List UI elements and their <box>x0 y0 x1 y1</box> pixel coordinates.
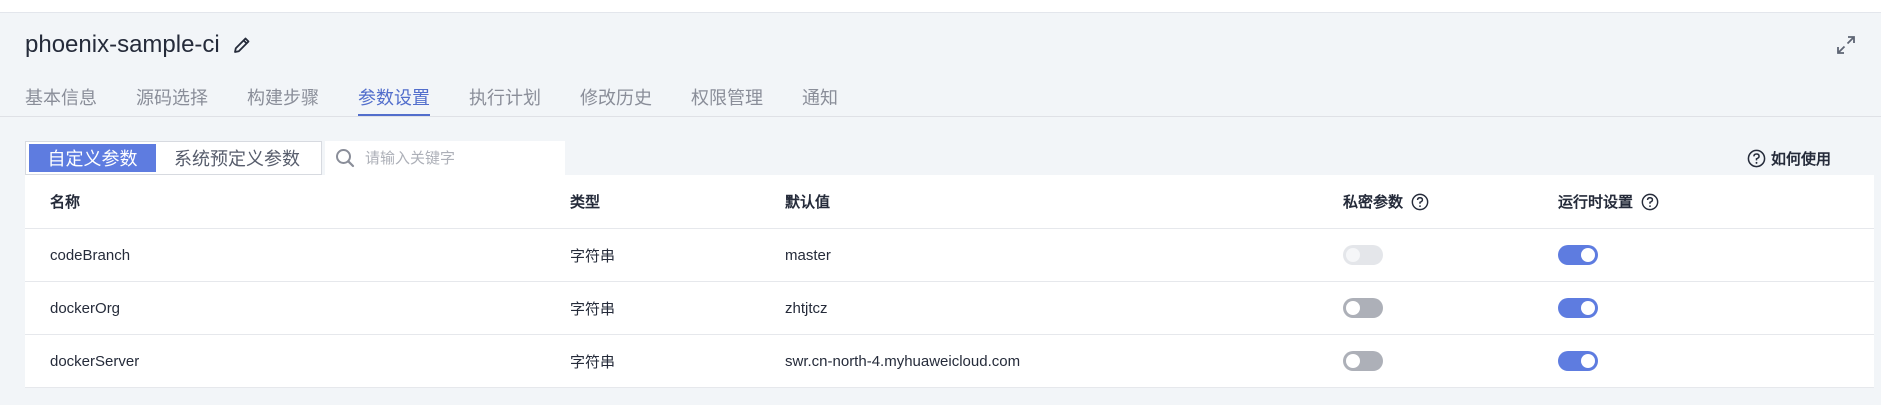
runtime-toggle[interactable] <box>1558 245 1598 265</box>
params-table: 名称 类型 默认值 私密参数 运行时设置 codeBranch 字符串 mast… <box>25 175 1874 388</box>
runtime-toggle[interactable] <box>1558 351 1598 371</box>
how-to-use-link[interactable]: 如何使用 <box>1747 148 1831 169</box>
col-runtime-header: 运行时设置 <box>1558 175 1659 228</box>
col-name-header: 名称 <box>50 194 81 211</box>
tab-bar: 基本信息 源码选择 构建步骤 参数设置 执行计划 修改历史 权限管理 通知 <box>25 84 877 116</box>
custom-params-button[interactable]: 自定义参数 <box>29 144 156 172</box>
private-toggle <box>1343 245 1383 265</box>
param-type: 字符串 <box>570 247 616 265</box>
private-toggle[interactable] <box>1343 298 1383 318</box>
param-default: swr.cn-north-4.myhuaweicloud.com <box>785 352 1021 370</box>
tab-source[interactable]: 源码选择 <box>136 84 208 116</box>
table-row: codeBranch 字符串 master <box>25 229 1874 282</box>
table-header: 名称 类型 默认值 私密参数 运行时设置 <box>25 175 1874 229</box>
question-circle-icon <box>1747 149 1766 168</box>
param-name: codeBranch <box>50 246 131 264</box>
expand-icon[interactable] <box>1835 34 1857 56</box>
question-circle-icon[interactable] <box>1411 193 1429 211</box>
system-params-button[interactable]: 系统预定义参数 <box>156 144 318 172</box>
col-default-header: 默认值 <box>785 194 831 211</box>
runtime-toggle[interactable] <box>1558 298 1598 318</box>
search-input[interactable] <box>363 148 557 168</box>
search-icon <box>335 148 355 168</box>
tab-permissions[interactable]: 权限管理 <box>691 84 763 116</box>
param-default: master <box>785 246 831 264</box>
search-box <box>325 141 565 175</box>
pencil-icon[interactable] <box>232 34 254 56</box>
tab-basic-info[interactable]: 基本信息 <box>25 84 97 116</box>
tab-schedule[interactable]: 执行计划 <box>469 84 541 116</box>
param-default: zhtjtcz <box>785 299 828 317</box>
question-circle-icon[interactable] <box>1641 193 1659 211</box>
col-private-label: 私密参数 <box>1343 194 1404 211</box>
param-type: 字符串 <box>570 353 616 371</box>
private-toggle[interactable] <box>1343 351 1383 371</box>
title-row: phoenix-sample-ci <box>25 28 254 62</box>
top-strip <box>0 0 1881 13</box>
table-row: dockerOrg 字符串 zhtjtcz <box>25 282 1874 335</box>
page-title: phoenix-sample-ci <box>25 31 220 58</box>
tabs-divider <box>0 116 1881 117</box>
how-to-use-label: 如何使用 <box>1770 151 1831 168</box>
param-name: dockerServer <box>50 352 140 370</box>
col-private-header: 私密参数 <box>1343 175 1429 228</box>
param-name: dockerOrg <box>50 299 121 317</box>
param-type: 字符串 <box>570 300 616 318</box>
tab-history[interactable]: 修改历史 <box>580 84 652 116</box>
tab-notifications[interactable]: 通知 <box>802 84 838 116</box>
param-type-switch: 自定义参数 系统预定义参数 <box>25 141 322 175</box>
col-type-header: 类型 <box>570 194 601 211</box>
tab-build-steps[interactable]: 构建步骤 <box>247 84 319 116</box>
tab-parameters[interactable]: 参数设置 <box>358 84 430 116</box>
col-runtime-label: 运行时设置 <box>1558 194 1634 211</box>
table-row: dockerServer 字符串 swr.cn-north-4.myhuawei… <box>25 335 1874 388</box>
